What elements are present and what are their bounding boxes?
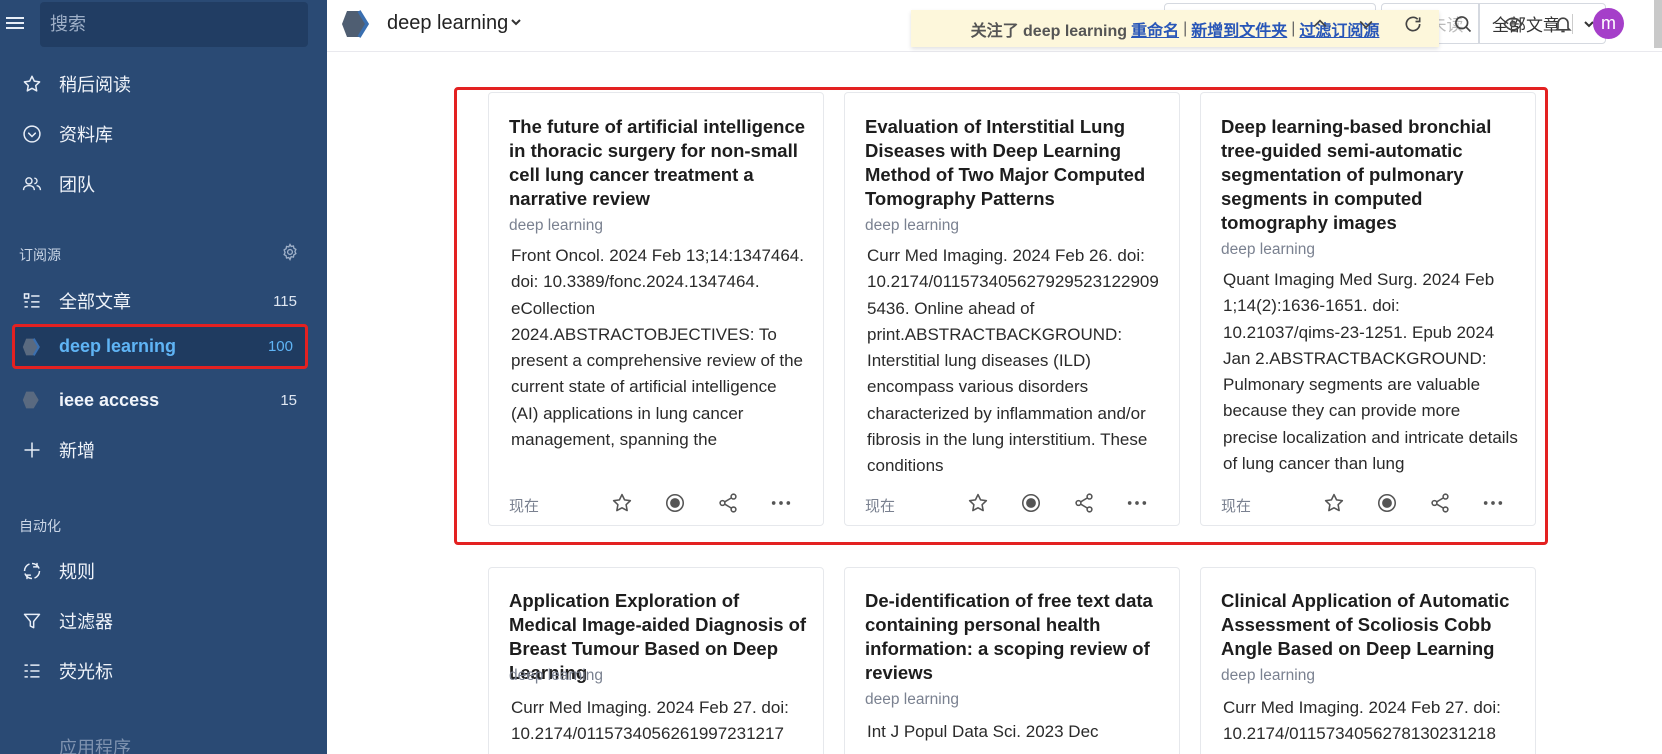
feed-title[interactable]: deep learning <box>387 12 508 35</box>
sidebar-item-library[interactable]: 资料库 <box>0 112 327 156</box>
sidebar-header <box>0 0 327 48</box>
mark-read-icon[interactable] <box>1019 491 1043 515</box>
sidebar: 稍后阅读 资料库 团队 订阅源 全部文章 115 deep learning 1… <box>0 0 327 754</box>
star-icon[interactable] <box>1322 491 1346 515</box>
article-title[interactable]: Deep learning-based bronchial tree-guide… <box>1221 115 1521 235</box>
article-feed: deep learning <box>509 217 603 234</box>
feeds-section-title: 订阅源 <box>19 247 61 263</box>
mark-read-icon[interactable] <box>663 491 687 515</box>
sidebar-item-filters[interactable]: 过滤器 <box>0 599 327 643</box>
article-feed: deep learning <box>865 217 959 234</box>
article-feed: deep learning <box>865 691 959 708</box>
feed-logo-icon <box>341 10 373 38</box>
topbar: deep learning 100 未读 全部文章 关注了 deep learn… <box>327 0 1662 52</box>
star-icon[interactable] <box>610 491 634 515</box>
sidebar-item-all-articles[interactable]: 全部文章 115 <box>0 279 327 323</box>
highlighter-icon <box>22 661 42 681</box>
article-time: 现在 <box>1221 498 1252 515</box>
notice-separator: | <box>1291 19 1296 37</box>
article-feed: deep learning <box>1221 667 1315 684</box>
article-title[interactable]: Evaluation of Interstitial Lung Diseases… <box>865 115 1165 211</box>
list-icon <box>22 291 42 311</box>
share-icon[interactable] <box>1072 491 1096 515</box>
chevron-up-icon[interactable] <box>1308 12 1332 36</box>
article-excerpt: Front Oncol. 2024 Feb 13;14:1347464. doi… <box>511 246 804 450</box>
notice-separator: | <box>1183 19 1188 37</box>
feed-logo-icon <box>22 337 42 357</box>
bell-icon[interactable] <box>1551 12 1575 36</box>
sidebar-item-label: 荧光标 <box>59 662 113 682</box>
sidebar-item-label: ieee access <box>59 389 160 410</box>
article-card[interactable]: De-identification of free text data cont… <box>844 567 1180 754</box>
article-card[interactable]: The future of artificial intelligence in… <box>488 92 824 526</box>
add-to-folder-link[interactable]: 新增到文件夹 <box>1191 17 1287 41</box>
article-excerpt: Curr Med Imaging. 2024 Feb 26. doi: 10.2… <box>867 246 1159 476</box>
share-icon[interactable] <box>716 491 740 515</box>
magic-wand-icon <box>22 561 42 581</box>
article-card[interactable]: Clinical Application of Automatic Assess… <box>1200 567 1536 754</box>
refresh-icon[interactable] <box>1401 12 1425 36</box>
article-excerpt: Curr Med Imaging. 2024 Feb 27. doi: 10.2… <box>1223 698 1501 744</box>
sidebar-item-highlighter[interactable]: 荧光标 <box>0 649 327 693</box>
scrollbar-thumb[interactable] <box>1654 0 1662 48</box>
eye-icon[interactable] <box>1501 12 1525 36</box>
menu-icon[interactable] <box>6 14 24 32</box>
article-title[interactable]: De-identification of free text data cont… <box>865 589 1165 685</box>
sidebar-item-label: 全部文章 <box>59 292 131 312</box>
article-time: 现在 <box>865 498 896 515</box>
check-circle-icon <box>22 124 42 144</box>
star-icon[interactable] <box>966 491 990 515</box>
article-filter-select[interactable]: 全部文章 <box>1479 3 1606 44</box>
article-excerpt: Quant Imaging Med Surg. 2024 Feb 1;14(2)… <box>1223 270 1518 474</box>
sidebar-item-label: 稍后阅读 <box>59 75 131 95</box>
sidebar-item-ieee-access[interactable]: ieee access 15 <box>0 378 327 422</box>
article-card[interactable]: Deep learning-based bronchial tree-guide… <box>1200 92 1536 526</box>
sidebar-item-team[interactable]: 团队 <box>0 162 327 206</box>
more-icon[interactable] <box>1125 491 1149 515</box>
rename-link[interactable]: 重命名 <box>1131 17 1179 41</box>
article-excerpt: Int J Popul Data Sci. 2023 Dec <box>867 722 1099 741</box>
plus-icon <box>22 440 42 460</box>
star-icon <box>22 74 42 94</box>
sidebar-item-deep-learning[interactable]: deep learning 100 <box>12 324 308 369</box>
sidebar-item-label: 规则 <box>59 562 95 582</box>
more-icon[interactable] <box>769 491 793 515</box>
automation-section-title: 自动化 <box>19 518 61 534</box>
article-card[interactable]: Evaluation of Interstitial Lung Diseases… <box>844 92 1180 526</box>
sidebar-item-label: 资料库 <box>59 125 113 145</box>
mark-read-icon[interactable] <box>1375 491 1399 515</box>
avatar[interactable]: m <box>1593 8 1624 39</box>
article-feed: deep learning <box>509 667 603 684</box>
gear-icon[interactable] <box>281 243 299 261</box>
unread-count: 100 <box>267 338 293 355</box>
unread-count: 115 <box>273 292 297 310</box>
article-excerpt: Curr Med Imaging. 2024 Feb 27. doi: 10.2… <box>511 698 789 744</box>
more-icon[interactable] <box>1481 491 1505 515</box>
filter-icon <box>22 611 42 631</box>
article-feed: deep learning <box>1221 241 1315 258</box>
sidebar-item-apps[interactable]: 应用程序 <box>59 734 131 754</box>
article-card[interactable]: Application Exploration of Medical Image… <box>488 567 824 754</box>
sidebar-item-label: deep learning <box>59 336 177 356</box>
chevron-down-icon[interactable] <box>510 16 522 28</box>
users-icon <box>22 174 42 194</box>
sidebar-item-label: 团队 <box>59 175 95 195</box>
article-time: 现在 <box>509 498 540 515</box>
chevron-down-icon[interactable] <box>1354 12 1378 36</box>
feed-logo-icon <box>22 390 42 410</box>
share-icon[interactable] <box>1428 491 1452 515</box>
article-title[interactable]: Clinical Application of Automatic Assess… <box>1221 589 1521 661</box>
sidebar-item-label: 过滤器 <box>59 612 113 632</box>
search-icon[interactable] <box>1451 12 1475 36</box>
article-title[interactable]: The future of artificial intelligence in… <box>509 115 809 211</box>
sidebar-item-read-later[interactable]: 稍后阅读 <box>0 62 327 106</box>
notice-text: 关注了 deep learning <box>970 22 1128 40</box>
unread-count: 15 <box>280 391 297 409</box>
sidebar-item-rules[interactable]: 规则 <box>0 549 327 593</box>
sidebar-item-label: 新增 <box>59 441 95 461</box>
search-input[interactable] <box>40 2 308 47</box>
sidebar-item-add-feed[interactable]: 新增 <box>0 428 327 472</box>
